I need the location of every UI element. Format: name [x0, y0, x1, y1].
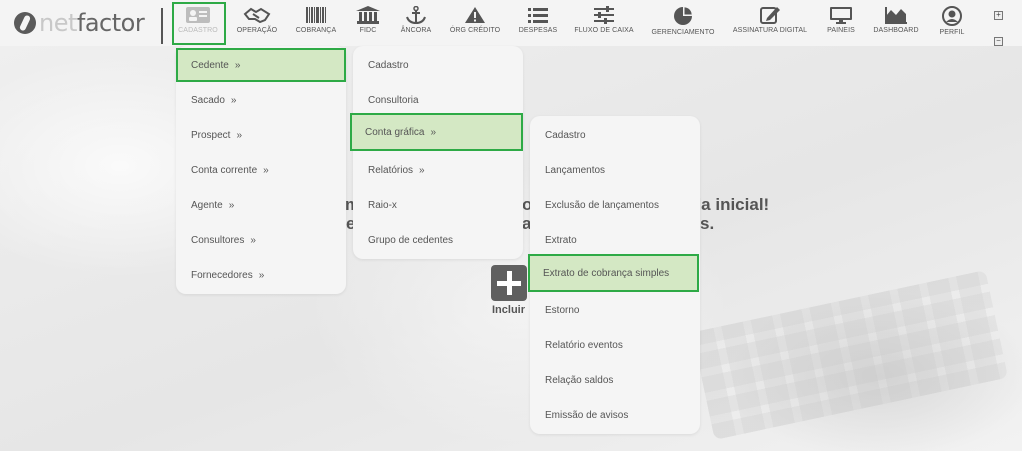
anchor-icon [406, 6, 426, 24]
nav-fidc[interactable]: FIDC [352, 6, 384, 42]
menu-item-conta-grafica[interactable]: Conta gráfica» [350, 113, 523, 151]
nav-cadastro-highlight [172, 2, 226, 45]
cadastro-dropdown-menu: Cedente» Sacado» Prospect» Conta corrent… [176, 46, 346, 294]
nav-label: ÂNCORA [400, 27, 432, 34]
chevron-icon: » [258, 270, 265, 281]
nav-assinatura-digital[interactable]: ASSINATURA DIGITAL [732, 6, 808, 42]
nav-label: PAINEIS [827, 27, 855, 34]
nav-label: FLUXO DE CAIXA [574, 27, 634, 34]
nav-label: ÓRG CRÉDITO [449, 27, 501, 34]
menu-item-cadastro[interactable]: Cadastro [353, 48, 523, 83]
add-button[interactable] [491, 265, 527, 301]
logo-mark-icon [14, 12, 36, 34]
expand-icon[interactable]: + [994, 11, 1003, 20]
menu-item-cadastro[interactable]: Cadastro [530, 118, 700, 153]
add-button-label[interactable]: Incluir [492, 304, 525, 316]
menu-item-exclusao-de-lancamentos[interactable]: Exclusão de lançamentos [530, 188, 700, 223]
bank-icon [356, 6, 380, 24]
pie-chart-icon [674, 7, 692, 25]
logo-text: netfactor [39, 9, 145, 37]
chevron-icon: » [419, 165, 425, 176]
list-icon [528, 8, 548, 23]
nav-cobranca[interactable]: COBRANÇA [294, 6, 338, 42]
nav-label: OPERAÇÃO [236, 27, 278, 34]
nav-label: PERFIL [939, 29, 965, 36]
handshake-icon [243, 7, 271, 24]
nav-ancora[interactable]: ÂNCORA [398, 6, 434, 42]
nav-perfil[interactable]: PERFIL [936, 6, 968, 42]
menu-item-prospect[interactable]: Prospect» [176, 118, 346, 153]
menu-item-agente[interactable]: Agente» [176, 188, 346, 223]
menu-item-raio-x[interactable]: Raio-x [353, 188, 523, 223]
menu-item-relacao-saldos[interactable]: Relação saldos [530, 363, 700, 398]
nav-fluxo-de-caixa[interactable]: FLUXO DE CAIXA [574, 6, 634, 42]
menu-item-sacado[interactable]: Sacado» [176, 83, 346, 118]
menu-item-lancamentos[interactable]: Lançamentos [530, 153, 700, 188]
menu-item-extrato-de-cobranca-simples[interactable]: Extrato de cobrança simples [528, 254, 699, 292]
collapse-icon[interactable]: − [994, 37, 1003, 46]
user-icon [942, 6, 962, 26]
menu-item-emissao-de-avisos[interactable]: Emissão de avisos [530, 398, 700, 433]
chevron-icon: » [263, 165, 269, 176]
menu-item-estorno[interactable]: Estorno [530, 293, 700, 328]
nav-label: COBRANÇA [295, 27, 337, 34]
top-navbar: netfactor CADASTRO OPERAÇÃO COBRANÇA FID… [0, 0, 1022, 46]
nav-despesas[interactable]: DESPESAS [518, 6, 558, 42]
nav-label: ASSINATURA DIGITAL [732, 27, 808, 34]
sliders-icon [594, 6, 614, 24]
menu-item-extrato[interactable]: Extrato [530, 223, 700, 258]
logo-divider [161, 8, 163, 44]
menu-item-conta-corrente[interactable]: Conta corrente» [176, 153, 346, 188]
nav-label: GERENCIAMENTO [651, 29, 715, 36]
chevron-icon: » [234, 59, 241, 71]
nav-gerenciamento[interactable]: GERENCIAMENTO [651, 6, 715, 42]
chevron-icon: » [250, 235, 256, 246]
conta-grafica-submenu: Cadastro Lançamentos Exclusão de lançame… [528, 116, 700, 434]
area-chart-icon [885, 7, 907, 24]
menu-item-fornecedores[interactable]: Fornecedores» [176, 258, 346, 293]
nav-label: DESPESAS [518, 27, 558, 34]
menu-item-relatorios[interactable]: Relatórios» [353, 153, 523, 188]
nav-dashboard[interactable]: DASHBOARD [872, 6, 920, 42]
chevron-icon: » [236, 130, 243, 141]
menu-item-grupo-de-cedentes[interactable]: Grupo de cedentes [353, 223, 523, 258]
chevron-icon: » [430, 126, 437, 138]
warning-icon [465, 7, 485, 23]
monitor-icon [830, 7, 852, 24]
menu-item-cedente[interactable]: Cedente» [176, 48, 346, 82]
welcome-fragment: s. [700, 214, 715, 233]
nav-paineis[interactable]: PAINEIS [825, 6, 857, 42]
cedente-submenu: Cadastro Consultoria Conta gráfica» Rela… [350, 46, 523, 259]
barcode-icon [306, 7, 326, 23]
signature-icon [760, 7, 780, 24]
menu-item-consultores[interactable]: Consultores» [176, 223, 346, 258]
netfactor-logo[interactable]: netfactor [14, 8, 145, 38]
nav-label: FIDC [359, 27, 377, 34]
menu-item-relatorio-eventos[interactable]: Relatório eventos [530, 328, 700, 363]
nav-operacao[interactable]: OPERAÇÃO [235, 6, 279, 42]
chevron-icon: » [228, 200, 235, 211]
chevron-icon: » [230, 95, 237, 106]
nav-org-credito[interactable]: ÓRG CRÉDITO [449, 6, 501, 42]
nav-label: DASHBOARD [873, 27, 919, 34]
